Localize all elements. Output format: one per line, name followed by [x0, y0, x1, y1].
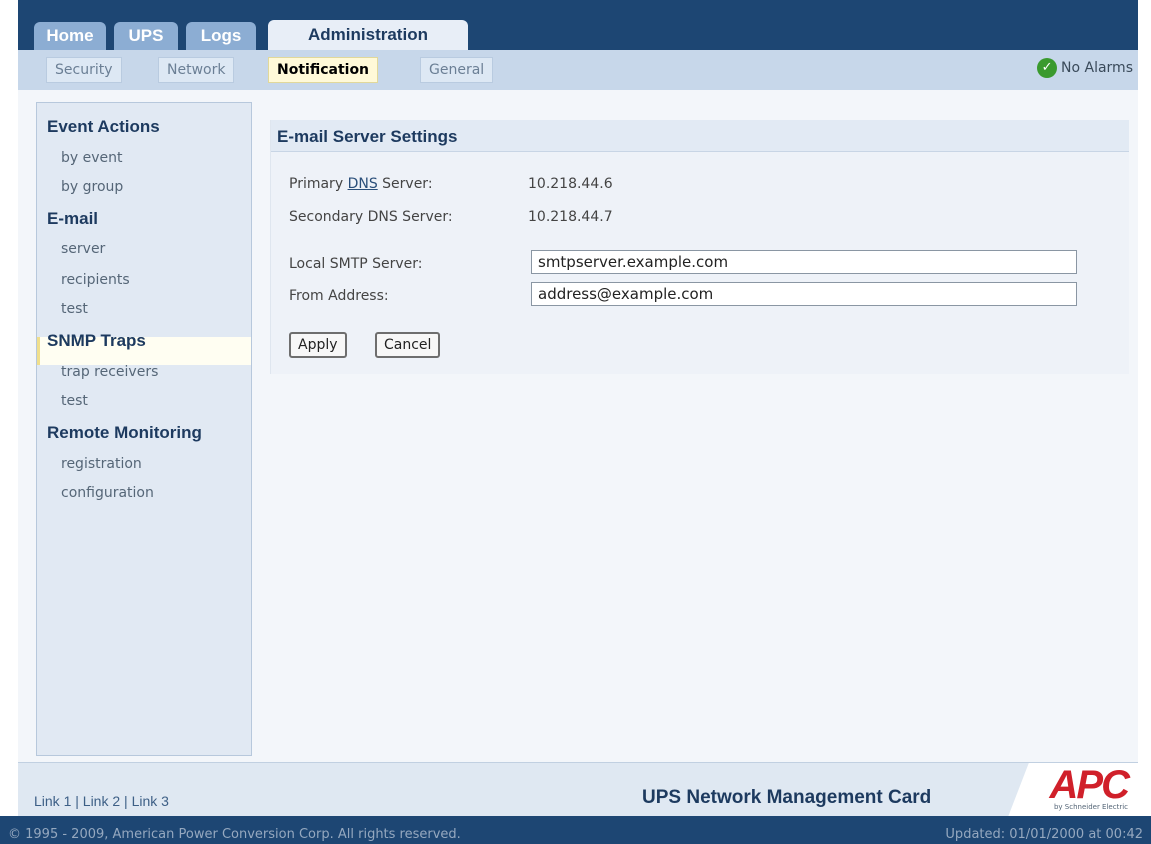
secondary-dns-value: 10.218.44.7 — [528, 209, 613, 225]
from-address-input[interactable] — [531, 282, 1077, 306]
nav-item-configuration[interactable]: configuration — [61, 485, 154, 501]
nav-heading-email: E-mail — [47, 209, 99, 228]
apc-logo: APC by Schneider Electric — [1008, 763, 1138, 817]
cancel-button[interactable]: Cancel — [375, 332, 441, 358]
primary-dns-label-prefix: Primary — [289, 176, 348, 192]
tab-administration[interactable]: Administration — [268, 20, 468, 52]
nav-item-snmp-test[interactable]: test — [61, 393, 88, 409]
updated-timestamp: Updated: 01/01/2000 at 00:42 — [945, 827, 1143, 842]
apply-button[interactable]: Apply — [289, 332, 347, 358]
nav-item-registration[interactable]: registration — [61, 456, 142, 472]
footer: Link 1 | Link 2 | Link 3 UPS Network Man… — [18, 762, 1138, 817]
secondary-dns-label: Secondary DNS Server: — [289, 209, 453, 225]
subtab-network[interactable]: Network — [158, 57, 235, 83]
product-name: UPS Network Management Card — [642, 787, 932, 808]
footer-links: Link 1 | Link 2 | Link 3 — [34, 793, 169, 809]
apc-logo-subtext: by Schneider Electric — [1053, 803, 1128, 811]
nav-item-recipients[interactable]: recipients — [61, 272, 130, 288]
left-nav: Event Actions by event by group E-mail s… — [36, 102, 252, 756]
copyright: © 1995 - 2009, American Power Conversion… — [8, 827, 461, 842]
nav-heading-snmp-traps: SNMP Traps — [47, 331, 146, 350]
primary-dns-label: Primary DNS Server: — [289, 176, 433, 192]
tab-logs[interactable]: Logs — [186, 22, 256, 50]
nav-item-by-event[interactable]: by event — [61, 150, 123, 166]
footer-link-1[interactable]: Link 1 — [34, 793, 71, 809]
smtp-server-input[interactable] — [531, 250, 1077, 274]
primary-dns-label-suffix: Server: — [377, 176, 433, 192]
nav-item-email-test[interactable]: test — [61, 301, 88, 317]
footer-separator: | — [120, 793, 132, 809]
alarm-status[interactable]: ✓ No Alarms — [1037, 58, 1133, 78]
panel-title: E-mail Server Settings — [271, 120, 1129, 152]
nav-heading-event-actions: Event Actions — [47, 117, 160, 136]
footer-link-2[interactable]: Link 2 — [83, 793, 120, 809]
from-address-label: From Address: — [289, 288, 389, 304]
apc-logo-mark: APC — [1049, 763, 1130, 807]
nav-item-trap-receivers[interactable]: trap receivers — [61, 364, 158, 380]
subtab-general[interactable]: General — [420, 57, 494, 83]
subtab-security[interactable]: Security — [46, 57, 122, 83]
nav-heading-remote-monitoring: Remote Monitoring — [47, 423, 202, 442]
tab-ups[interactable]: UPS — [114, 22, 178, 50]
primary-dns-value: 10.218.44.6 — [528, 176, 613, 192]
footer-link-3[interactable]: Link 3 — [132, 793, 169, 809]
subtab-notification[interactable]: Notification — [268, 57, 379, 83]
dns-abbr-link[interactable]: DNS — [348, 176, 378, 192]
email-server-settings-panel: E-mail Server Settings Primary DNS Serve… — [270, 120, 1129, 374]
sub-tab-bar: Security Network Notification General — [18, 50, 1138, 91]
alarm-label: No Alarms — [1061, 60, 1133, 76]
nav-item-by-group[interactable]: by group — [61, 179, 123, 195]
check-icon: ✓ — [1037, 58, 1058, 78]
smtp-server-label: Local SMTP Server: — [289, 256, 423, 272]
footer-separator: | — [71, 793, 83, 809]
tab-home[interactable]: Home — [34, 22, 106, 50]
main-tab-bar: Home UPS Logs Administration — [18, 0, 1138, 52]
nav-item-server[interactable]: server — [61, 241, 105, 257]
